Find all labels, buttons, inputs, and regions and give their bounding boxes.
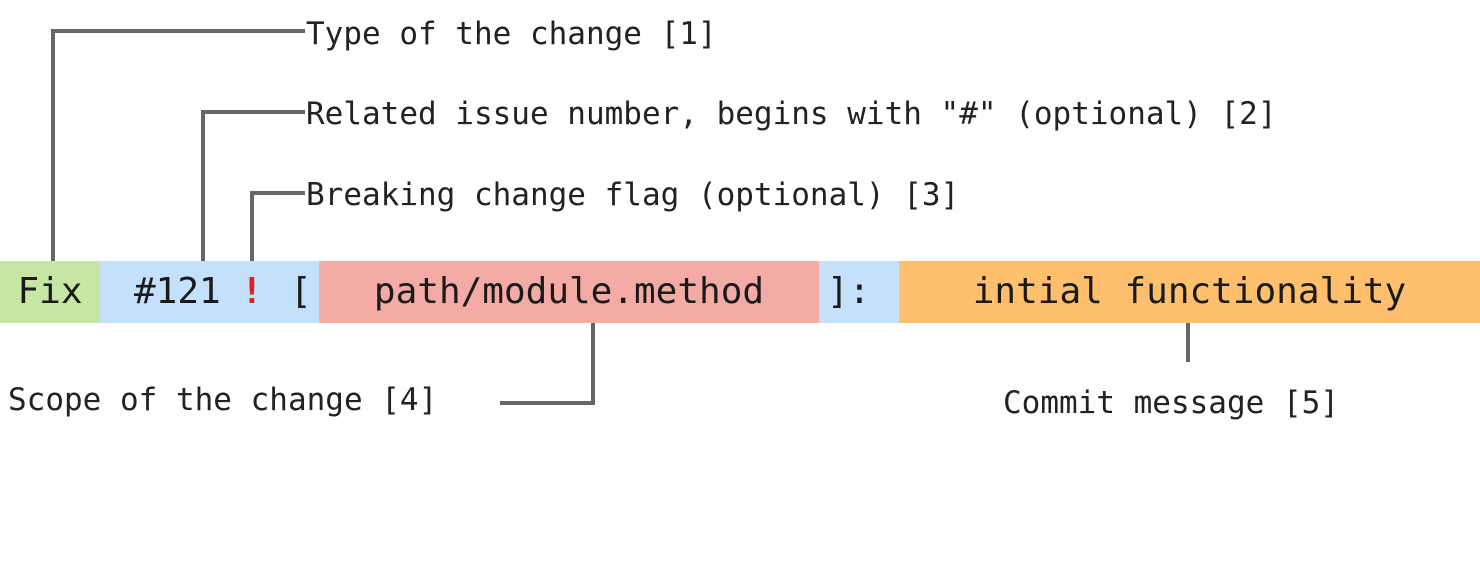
scope-close-bracket: ]: bbox=[827, 271, 871, 312]
connector-flag bbox=[250, 191, 305, 261]
commit-header-example: Fix #121 ! [ path/module.method ]: intia… bbox=[0, 261, 1480, 323]
message-segment: intial functionality bbox=[899, 261, 1480, 323]
annotation-flag: Breaking change flag (optional) [3] bbox=[306, 177, 960, 213]
issue-number: #121 bbox=[134, 271, 221, 312]
scope-segment: path/module.method bbox=[319, 261, 819, 323]
connector-issue bbox=[201, 110, 305, 261]
scope-open-bracket: [ bbox=[290, 271, 312, 312]
annotation-issue: Related issue number, begins with "#" (o… bbox=[306, 96, 1277, 132]
connector-scope bbox=[500, 323, 595, 405]
annotation-scope: Scope of the change [4] bbox=[8, 382, 438, 418]
type-segment: Fix bbox=[0, 261, 100, 323]
issue-segment: #121 ! [ bbox=[100, 261, 319, 323]
breaking-flag: ! bbox=[241, 271, 263, 312]
annotation-type: Type of the change [1] bbox=[306, 16, 717, 52]
annotation-message: Commit message [5] bbox=[1003, 385, 1339, 421]
scope-close-segment: ]: bbox=[819, 261, 899, 323]
connector-type bbox=[51, 29, 305, 261]
